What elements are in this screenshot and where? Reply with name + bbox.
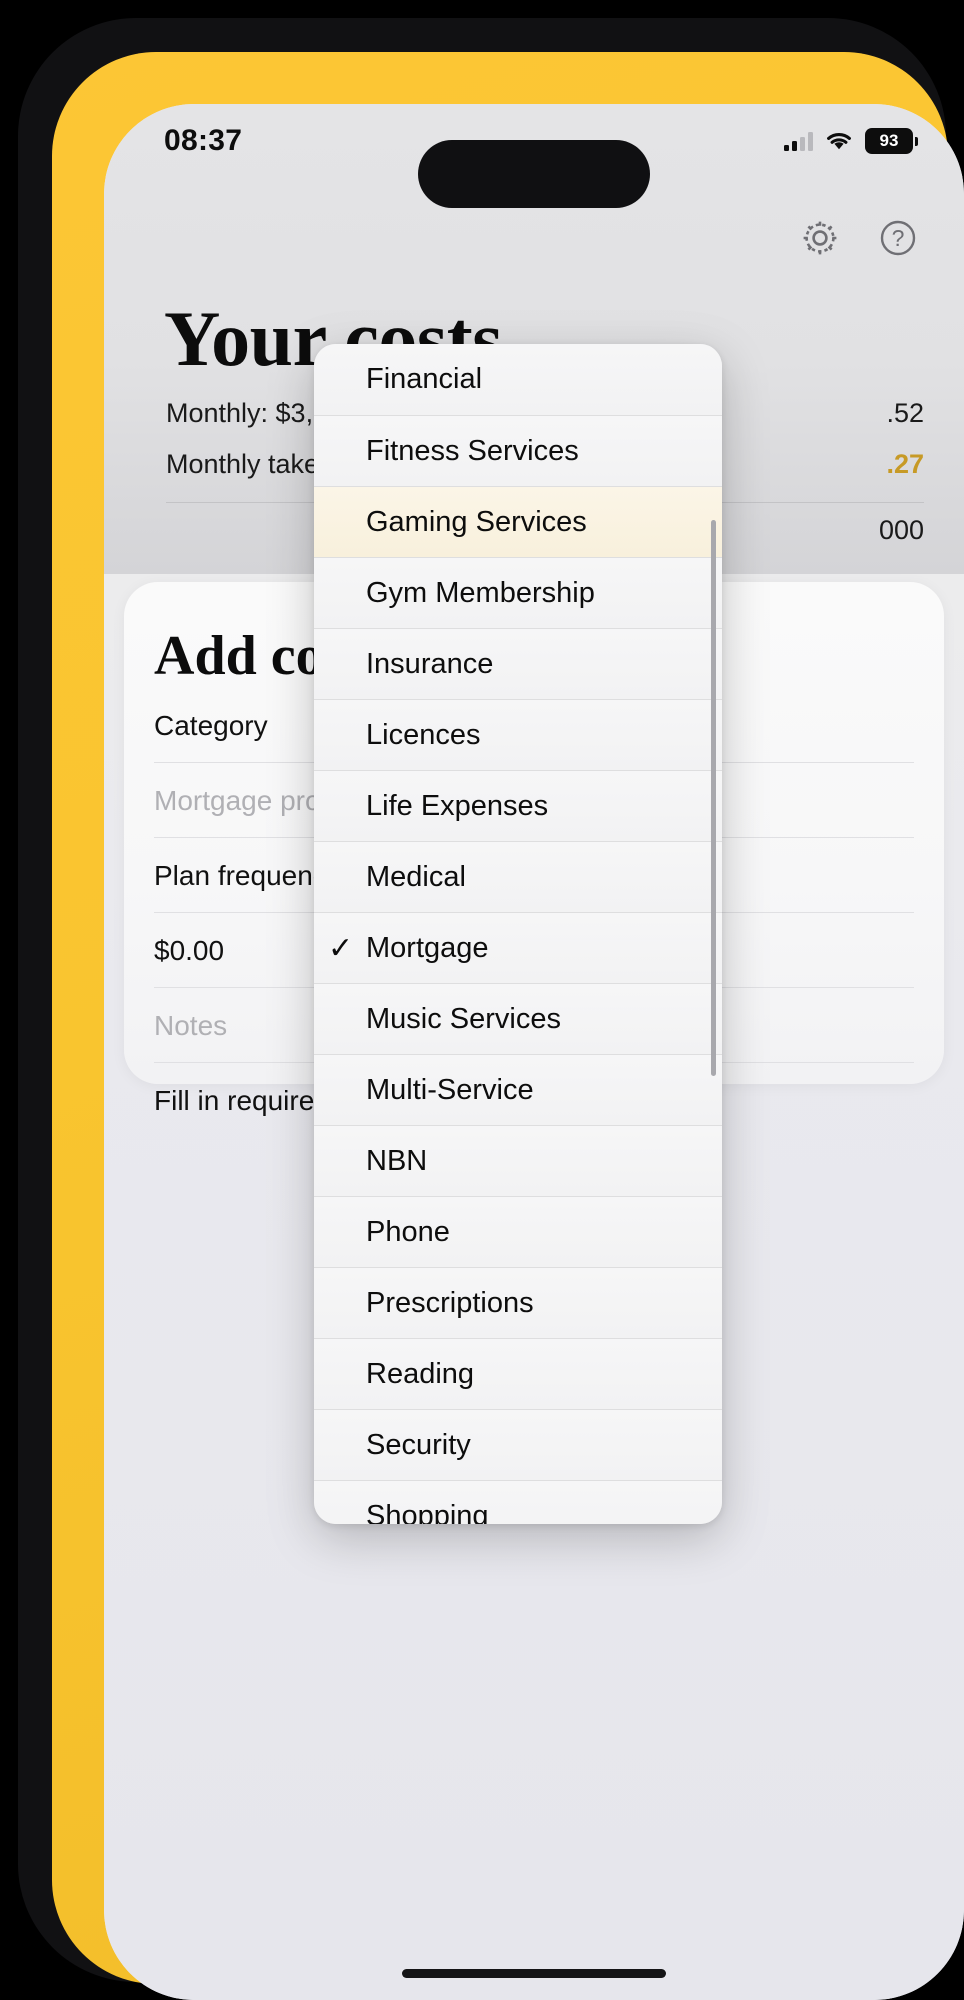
dropdown-item-label: Multi-Service (366, 1073, 534, 1106)
dropdown-item[interactable]: Licences (314, 699, 722, 770)
status-clock: 08:37 (164, 124, 243, 157)
dropdown-item[interactable]: Phone (314, 1196, 722, 1267)
phone-frame-outer: 08:37 93 ? Your costs Monthly: $3,915. .… (18, 18, 964, 2000)
dropdown-item-label: Music Services (366, 1002, 561, 1035)
dynamic-island (418, 140, 650, 208)
cellular-signal-icon (784, 131, 813, 151)
status-indicators: 93 (784, 128, 918, 154)
dropdown-item[interactable]: Shopping (314, 1480, 722, 1524)
dropdown-item[interactable]: Security (314, 1409, 722, 1480)
dropdown-scrollbar[interactable] (711, 520, 716, 1076)
summary-monthly-value: .52 (886, 398, 924, 428)
dropdown-item[interactable]: Insurance (314, 628, 722, 699)
summary-take-home-value: .27 (886, 449, 924, 479)
dropdown-item-label: Insurance (366, 647, 494, 680)
dropdown-item-label: Shopping (366, 1499, 489, 1525)
dropdown-item[interactable]: Multi-Service (314, 1054, 722, 1125)
dropdown-item[interactable]: Fitness Services (314, 415, 722, 486)
dropdown-item[interactable]: Gym Membership (314, 557, 722, 628)
dropdown-item-label: Mortgage (366, 931, 489, 964)
question-mark-circle-icon[interactable]: ? (874, 214, 922, 262)
checkmark-icon: ✓ (328, 931, 354, 965)
dropdown-item[interactable]: Prescriptions (314, 1267, 722, 1338)
dropdown-item-label: Medical (366, 860, 466, 893)
phone-frame-yellow-band: 08:37 93 ? Your costs Monthly: $3,915. .… (52, 52, 964, 2000)
gear-icon[interactable] (796, 214, 844, 262)
dropdown-item-label: NBN (366, 1144, 428, 1177)
dropdown-item[interactable]: ✓ Mortgage (314, 912, 722, 983)
dropdown-item-label: Gym Membership (366, 576, 595, 609)
dropdown-item-label: Life Expenses (366, 789, 549, 822)
dropdown-item-label: Licences (366, 718, 481, 751)
dropdown-item-label: Phone (366, 1215, 450, 1248)
battery-level-label: 93 (865, 128, 913, 154)
dropdown-item[interactable]: Music Services (314, 983, 722, 1054)
battery-icon: 93 (865, 128, 918, 154)
dropdown-item[interactable]: Medical (314, 841, 722, 912)
category-dropdown-list: Financial Fitness Services Gaming Services… (314, 344, 722, 1524)
app-root: 08:37 93 ? Your costs Monthly: $3,915. .… (104, 104, 964, 2000)
dropdown-item-label: Fitness Services (366, 434, 579, 467)
dropdown-item[interactable]: Gaming Services (314, 486, 722, 557)
wifi-icon (825, 131, 853, 151)
dropdown-item[interactable]: NBN (314, 1125, 722, 1196)
phone-screen: 08:37 93 ? Your costs Monthly: $3,915. .… (104, 104, 964, 2000)
nav-icon-group: ? (796, 214, 922, 262)
svg-text:?: ? (892, 225, 905, 251)
dropdown-item-label: Gaming Services (366, 505, 587, 538)
summary-extra-value: 000 (878, 515, 924, 545)
dropdown-item-label: Reading (366, 1357, 475, 1390)
dropdown-item[interactable]: Financial (314, 344, 722, 415)
dropdown-item-label: Security (366, 1428, 471, 1461)
dropdown-item[interactable]: Life Expenses (314, 770, 722, 841)
category-dropdown-menu[interactable]: Financial Fitness Services Gaming Services… (314, 344, 722, 1524)
dropdown-item-label: Prescriptions (366, 1286, 534, 1319)
dropdown-item-label: Financial (366, 363, 483, 395)
home-indicator[interactable] (402, 1969, 666, 1978)
dropdown-item[interactable]: Reading (314, 1338, 722, 1409)
